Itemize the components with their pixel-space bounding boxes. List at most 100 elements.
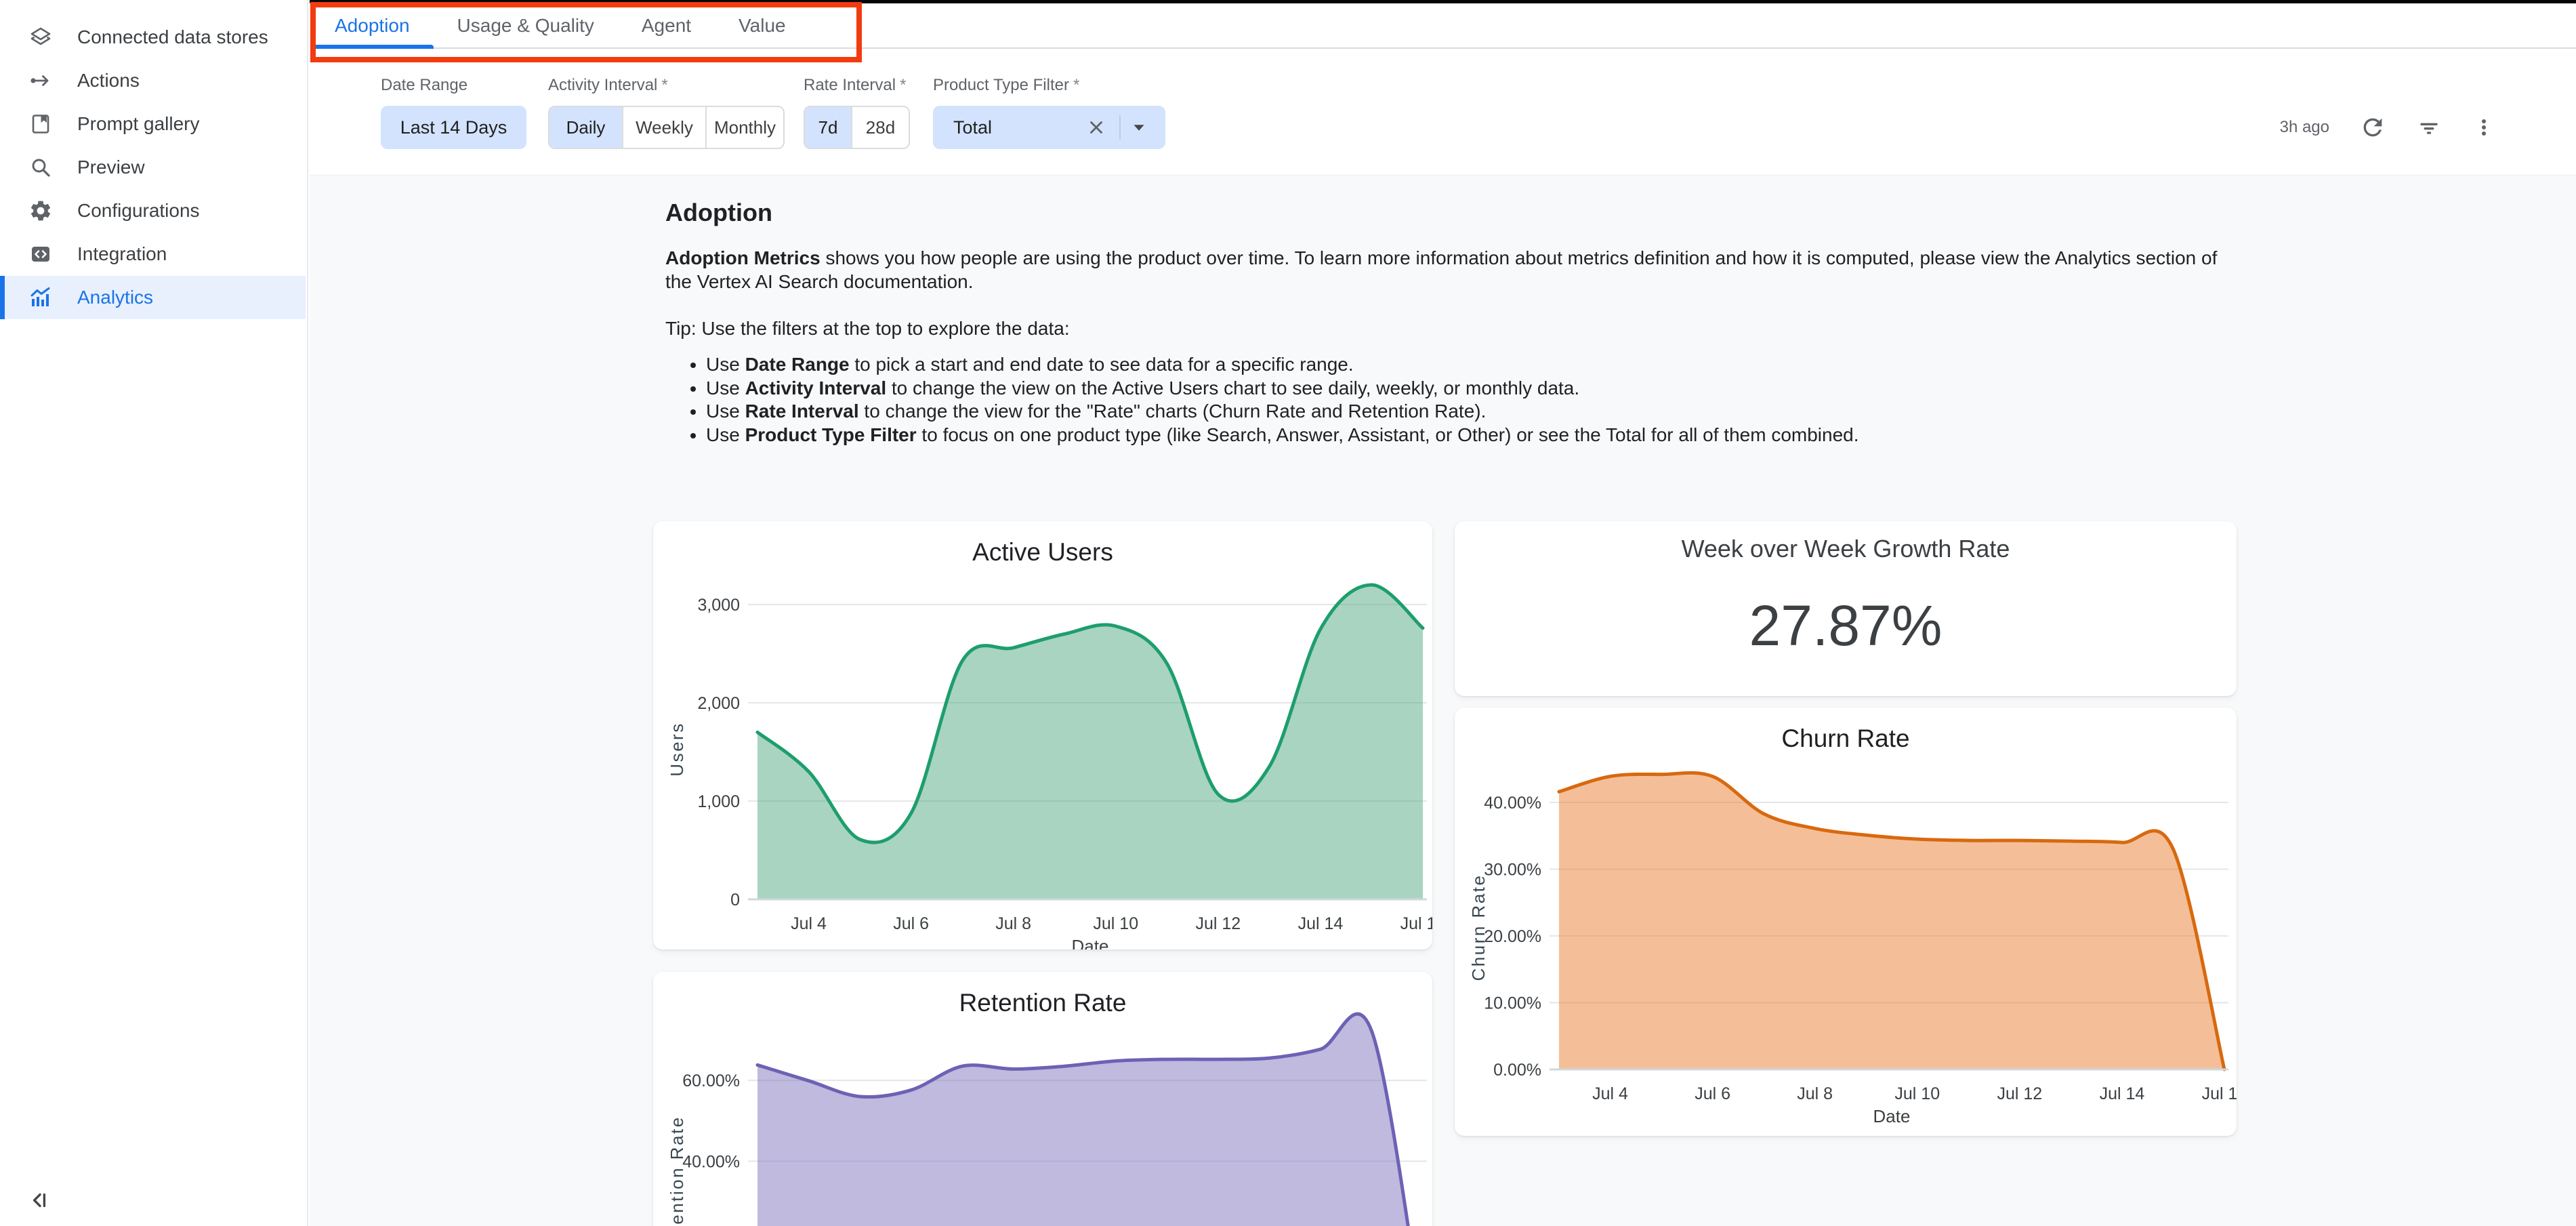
svg-text:Churn Rate: Churn Rate [1781,724,1909,752]
sidebar-item-label: Configurations [77,200,200,222]
required-asterisk: * [661,76,667,94]
churn-rate-chart[interactable]: 0.00%10.00%20.00%30.00%40.00%Jul 4Jul 6J… [1455,708,2237,1136]
sidebar-nav: Connected data stores Actions Prompt galle… [0,16,306,319]
tab-adoption[interactable]: Adoption [311,3,434,47]
sidebar-item-configurations[interactable]: Configurations [0,189,306,232]
chevron-down-icon[interactable] [1127,116,1150,139]
churn-rate-card: 0.00%10.00%20.00%30.00%40.00%Jul 4Jul 6J… [1455,708,2237,1136]
page-title: Adoption [665,199,772,227]
svg-text:Churn Rate: Churn Rate [1468,874,1489,981]
refresh-icon[interactable] [2359,114,2386,141]
sidebar-item-analytics[interactable]: Analytics [0,276,306,319]
svg-text:Date: Date [1072,936,1109,949]
svg-text:Jul 6: Jul 6 [893,914,929,933]
required-asterisk: * [900,76,906,94]
svg-text:Jul 10: Jul 10 [1894,1084,1940,1103]
svg-text:Jul 14: Jul 14 [2100,1084,2145,1103]
sidebar-item-label: Analytics [77,287,153,308]
wow-growth-card: Week over Week Growth Rate 27.87% [1455,521,2237,696]
svg-text:40.00%: 40.00% [1484,794,1541,813]
tip-item: Use Product Type Filter to focus on one … [706,424,2217,447]
tip-item: Use Date Range to pick a start and end d… [706,353,2217,377]
more-options-icon[interactable] [2472,115,2496,140]
svg-text:Jul 4: Jul 4 [1592,1084,1628,1103]
intro-paragraph: Adoption Metrics shows you how people ar… [665,246,2232,293]
prompt-gallery-icon [28,112,53,136]
svg-text:60.00%: 60.00% [682,1071,740,1090]
wow-growth-value: 27.87% [1455,593,2237,659]
rate-7d-button[interactable]: 7d [805,107,852,148]
svg-text:Jul 12: Jul 12 [1997,1084,2042,1103]
retention-rate-chart[interactable]: 0.00%20.00%40.00%60.00%Jul 4Jul 6Jul 8Ju… [653,972,1432,1226]
svg-text:Jul 10: Jul 10 [1093,914,1138,933]
product-type-filter-label: Product Type Filter* [933,76,1079,95]
svg-text:2,000: 2,000 [697,694,740,713]
tip-item: Use Rate Interval to change the view for… [706,400,2217,424]
activity-daily-button[interactable]: Daily [549,107,623,148]
clear-filter-icon[interactable] [1084,115,1108,140]
tab-usage-quality[interactable]: Usage & Quality [434,3,618,47]
sidebar: Connected data stores Actions Prompt galle… [0,0,308,1226]
rate-interval-toggle: 7d 28d [804,106,910,149]
last-refreshed-text: 3h ago [2280,118,2329,137]
rate-28d-button[interactable]: 28d [852,107,909,148]
rate-interval-label: Rate Interval* [804,76,906,95]
tab-agent[interactable]: Agent [618,3,715,47]
activity-weekly-button[interactable]: Weekly [623,107,707,148]
tab-bar: AdoptionUsage & QualityAgentValue [310,3,2576,49]
data-stores-icon [28,25,53,49]
tips-list: Use Date Range to pick a start and end d… [665,353,2217,447]
content-area: Adoption Adoption Metrics shows you how … [310,175,2576,1226]
svg-text:Jul 4: Jul 4 [791,914,827,933]
svg-text:Jul 6: Jul 6 [1695,1084,1730,1103]
collapse-sidebar-icon[interactable] [26,1187,52,1213]
main-area: AdoptionUsage & QualityAgentValue Date R… [310,0,2576,1226]
sidebar-item-label: Actions [77,70,140,91]
svg-text:0: 0 [730,891,740,910]
active-users-card: 01,0002,0003,000Jul 4Jul 6Jul 8Jul 10Jul… [653,521,1432,949]
svg-text:Users: Users [667,722,687,776]
tip-line: Tip: Use the filters at the top to explo… [665,318,1070,340]
svg-text:40.00%: 40.00% [682,1152,740,1171]
svg-text:Jul 12: Jul 12 [1195,914,1241,933]
product-type-filter-value: Total [953,106,992,149]
product-type-filter-select[interactable]: Total [933,106,1165,149]
svg-text:10.00%: 10.00% [1484,994,1541,1013]
retention-rate-card: 0.00%20.00%40.00%60.00%Jul 4Jul 6Jul 8Ju… [653,972,1432,1226]
filter-icon[interactable] [2416,115,2442,140]
svg-text:0.00%: 0.00% [1493,1061,1541,1080]
actions-icon [28,68,53,93]
activity-monthly-button[interactable]: Monthly [707,107,783,148]
sidebar-item-actions[interactable]: Actions [0,59,306,102]
svg-text:20.00%: 20.00% [1484,927,1541,946]
wow-growth-title: Week over Week Growth Rate [1455,535,2237,563]
sidebar-item-connected-data-stores[interactable]: Connected data stores [0,16,306,59]
date-range-button[interactable]: Last 14 Days [381,106,526,149]
window-top-edge [310,0,2576,3]
svg-text:Retention Rate: Retention Rate [667,1116,687,1226]
svg-text:Jul 8: Jul 8 [995,914,1031,933]
svg-text:Jul 8: Jul 8 [1797,1084,1833,1103]
sidebar-item-preview[interactable]: Preview [0,146,306,189]
svg-text:Jul 16: Jul 16 [1400,914,1432,933]
sidebar-item-label: Prompt gallery [77,113,200,135]
configurations-icon [28,199,53,223]
tab-value[interactable]: Value [715,3,810,47]
activity-interval-toggle: Daily Weekly Monthly [548,106,785,149]
active-item-indicator [0,276,5,319]
preview-icon [28,155,53,180]
sidebar-item-integration[interactable]: Integration [0,232,306,276]
divider [1119,115,1121,140]
active-users-chart[interactable]: 01,0002,0003,000Jul 4Jul 6Jul 8Jul 10Jul… [653,521,1432,949]
sidebar-item-label: Preview [77,157,145,178]
svg-text:Date: Date [1873,1106,1911,1126]
sidebar-item-prompt-gallery[interactable]: Prompt gallery [0,102,306,146]
svg-text:Retention Rate: Retention Rate [959,989,1127,1017]
date-range-label: Date Range [381,76,468,95]
sidebar-item-label: Connected data stores [77,26,268,48]
tip-item: Use Activity Interval to change the view… [706,377,2217,401]
analytics-icon [28,285,53,310]
activity-interval-label: Activity Interval* [548,76,668,95]
svg-text:1,000: 1,000 [697,792,740,811]
refresh-cluster: 3h ago [2280,106,2496,149]
